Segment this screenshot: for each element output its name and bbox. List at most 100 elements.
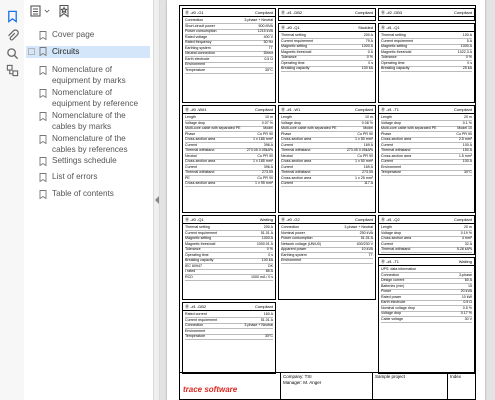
circuit-block: Ⓑ -#1 -DB2 Compliant	[278, 8, 376, 21]
circuit-property-value: 1 x 95 mm²	[255, 181, 273, 185]
circuit-property-value: 30°C	[463, 170, 472, 174]
circuit-property-value: 3-phase + Neutral	[244, 323, 273, 327]
circuit-property-row: Environment	[281, 258, 373, 264]
compliance-status: Compliant	[453, 10, 472, 15]
circuit-property-value: 51.01 A	[260, 230, 273, 235]
circuit-property-row: Current 117 A	[281, 181, 373, 187]
circuit-property-value: Direct	[263, 51, 273, 55]
search-icon[interactable]	[4, 45, 20, 61]
circuit-property-value: 200 A	[363, 33, 373, 37]
bookmark-item[interactable]: Nomenclature of equipment by marks	[28, 65, 150, 86]
compliance-status: Waiting	[458, 259, 472, 264]
bookmark-item[interactable]: Settings schedule	[28, 156, 150, 167]
circuit-property-value: Model 10	[457, 126, 472, 130]
circuit-property-value: 5 A	[466, 38, 472, 43]
circuit-property-value: 0 s	[368, 60, 373, 65]
bookmark-icon	[39, 173, 47, 182]
circuit-property-value: 0.5 Ω	[463, 300, 472, 304]
circuit-property-value: 10 m	[365, 115, 373, 119]
circuit-property-value: 35°C	[264, 67, 273, 72]
circuit-block: Ⓑ -#0 -Q1 Studded Thermal setting 200 A Curr…	[278, 23, 376, 103]
layers-icon[interactable]	[4, 62, 20, 78]
circuit-property-value: 32 A	[464, 241, 472, 246]
bookmarks-icon[interactable]	[4, 8, 20, 24]
document-viewer[interactable]: Ⓑ -#0 -G1 Compliant Connection 3-phase + Ne…	[160, 0, 495, 400]
circuit-property-value: 1.5 mm²	[458, 153, 472, 158]
circuit-property-value: Cu PR 90	[456, 131, 472, 136]
circuit-property-value: 0.17 %	[460, 311, 472, 315]
circuit-property-value: Cu PR 90	[257, 153, 273, 158]
circuit-property-value: 400 V	[263, 34, 273, 39]
bookmark-item-selected[interactable]: Circuits	[26, 46, 150, 58]
circuit-property-value: 396 A	[263, 142, 273, 147]
circuit-block: Ⓑ -#0 -Q1 Waiting Thermal setting 200 A Curr…	[182, 215, 276, 300]
circuit-property-value: 51.01 A	[360, 236, 373, 240]
circuit-property-value: 20 m	[464, 115, 472, 119]
circuit-property-value: 30°C	[264, 334, 273, 338]
expand-toggle-icon[interactable]	[28, 48, 35, 55]
bookmark-item[interactable]: Nomenclature of the cables by references	[28, 134, 150, 155]
circuit-property-value: TT	[368, 252, 373, 257]
circuit-property-value: 3-phase + Neutral	[344, 225, 373, 229]
circuit-property-value: 20 m	[464, 225, 472, 229]
bookmark-star-icon	[59, 4, 69, 18]
bookmark-label: Nomenclature of the cables by references	[52, 134, 128, 154]
bookmark-label: List of errors	[52, 172, 98, 181]
circuit-property-value: 1 x 50 mm²	[355, 137, 373, 141]
add-bookmark-button[interactable]	[57, 3, 71, 19]
bookmark-icon	[39, 31, 47, 40]
circuit-property-value: 250 kVA	[359, 230, 373, 235]
circuit-property-row: Temperature 35°C	[185, 67, 273, 74]
circuit-property-value: 10 m	[265, 115, 273, 119]
circuit-property-value: 0 s	[467, 60, 472, 65]
circuit-property-value: 0.1 %	[462, 120, 472, 125]
compliance-status: Compliant	[254, 107, 273, 112]
circuit-property-row: Breaking capacity 100 kA	[281, 66, 373, 72]
circuit-property-value: 51.01 A	[260, 317, 273, 322]
circuit-property-value: 0 s	[268, 252, 273, 257]
circuit-property-value: 0 %	[366, 55, 373, 59]
circuit-property-value: 100 A	[462, 33, 472, 37]
bookmark-label: Table of contents	[52, 189, 114, 198]
circuit-block: Ⓑ -#1 -W1 Compliant Length 10 m Voltage drop…	[278, 105, 376, 213]
bookmark-label: Nomenclature of equipment by marks	[52, 65, 126, 85]
circuit-property-value: 1000 A	[460, 44, 472, 48]
compliance-status: Studded	[358, 25, 373, 30]
circuit-property-value: 60 A	[464, 278, 472, 282]
bookmark-label: Cover page	[52, 30, 95, 39]
bookmark-icon	[39, 135, 47, 144]
circuit-property-value: 1 x 185 mm²	[253, 159, 273, 163]
circuit-property-value: 400/230 V	[356, 241, 373, 246]
circuit-property-value: 0.08 %	[361, 120, 373, 125]
circuit-property-value: Cu PR 90	[357, 153, 373, 158]
circuit-block-header: Ⓑ -#0 -G1 Compliant	[183, 10, 275, 17]
bookmark-icon	[39, 89, 47, 98]
compliance-status: Compliant	[254, 304, 273, 309]
circuit-block-header: Ⓑ -#0 -Q1 Studded	[279, 25, 375, 32]
compliance-status: Waiting	[259, 217, 273, 222]
compliance-status: Compliant	[453, 107, 472, 112]
bookmark-item[interactable]: Table of contents	[28, 189, 150, 200]
circuit-property-value: Cu PR 90	[357, 131, 373, 136]
circuit-property-value: Cu PR 90	[257, 175, 273, 180]
bookmark-item[interactable]: List of errors	[28, 172, 150, 183]
circuit-block-header: Ⓑ -#1 -T1 Compliant	[379, 107, 474, 114]
circuit-property-value: 30 V	[464, 316, 472, 321]
circuit-property-value: OK	[267, 263, 273, 268]
circuit-block-header: Ⓑ -#0 -Q1 Waiting	[183, 217, 275, 224]
collapse-arrow-icon[interactable]	[155, 196, 159, 204]
company-logo: trace software	[183, 385, 238, 394]
panel-splitter[interactable]	[153, 0, 160, 400]
bookmark-item[interactable]: Nomenclature of the cables by marks	[28, 111, 150, 132]
bookmark-item[interactable]: Nomenclature of equipment by reference	[28, 88, 150, 109]
bookmark-item[interactable]: Cover page	[28, 30, 150, 41]
bookmark-icon	[39, 112, 47, 121]
circuit-block: Ⓑ -#2 -DB3 Compliant	[378, 8, 475, 21]
attachment-icon[interactable]	[4, 27, 20, 43]
bookmark-options-button[interactable]	[30, 3, 50, 19]
circuit-property-value: 10 kW	[461, 294, 472, 299]
circuit-property-row: Temperature 30°C	[381, 170, 472, 176]
compliance-status: Compliant	[453, 217, 472, 222]
bookmark-label: Nomenclature of the cables by marks	[52, 111, 126, 131]
circuit-property-row: Cable voltage 30 V	[381, 316, 472, 323]
